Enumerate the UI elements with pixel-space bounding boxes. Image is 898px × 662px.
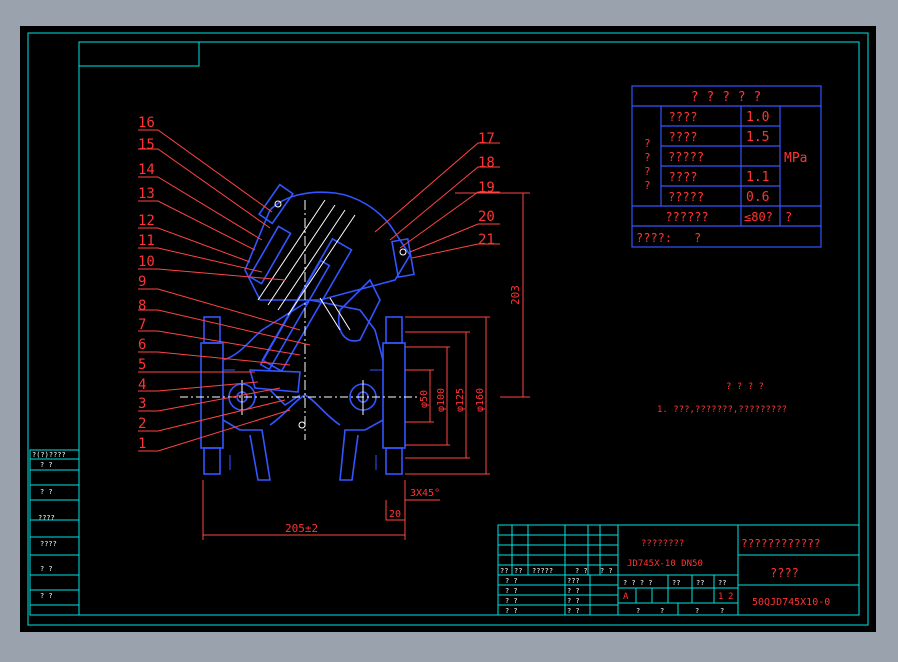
- sign-col: ? ?: [567, 587, 580, 595]
- dim-phi160: φ160: [475, 388, 486, 412]
- rev-header: ? ?: [600, 567, 613, 575]
- spec-name: ????: [669, 110, 698, 124]
- spec-side-label: ?: [644, 165, 651, 178]
- part-number: 5: [138, 357, 146, 373]
- rev-header: ? ?: [575, 567, 588, 575]
- part-number: 10: [138, 254, 155, 270]
- part-number: 16: [138, 115, 155, 131]
- spec-value: 0.6: [746, 190, 769, 205]
- rev-header: ??: [500, 567, 508, 575]
- dim-chamfer: 3X45°: [410, 488, 440, 499]
- scale-value: 2: [728, 592, 733, 602]
- spec-name: ?????: [668, 150, 704, 164]
- left-strip-label: ? ?: [40, 565, 53, 573]
- spec-value: 1.1: [746, 170, 769, 185]
- left-strip-label: ????: [38, 514, 55, 522]
- dim-phi125: φ125: [455, 388, 466, 412]
- part-number: 13: [138, 186, 155, 202]
- spec-medium-value: ?: [694, 231, 701, 245]
- left-strip-label: ? ?: [40, 488, 53, 496]
- part-number: 7: [138, 317, 146, 333]
- part-number: 8: [138, 298, 146, 314]
- left-strip-header: ?(?)????: [32, 451, 66, 459]
- sign-row: ? ?: [505, 607, 518, 615]
- part-number: 21: [478, 232, 495, 248]
- spec-side-label: ?: [644, 151, 651, 164]
- part-number: 3: [138, 396, 146, 412]
- spec-name: ????: [669, 170, 698, 184]
- part-number: 17: [478, 131, 495, 147]
- left-strip-label: ? ?: [40, 592, 53, 600]
- spec-name: ?????: [668, 190, 704, 204]
- rev-header: ??: [514, 567, 522, 575]
- spec-unit: MPa: [784, 151, 807, 166]
- model-number: JD745X-10 DN50: [627, 559, 703, 569]
- spec-title: ? ? ? ? ?: [691, 90, 761, 105]
- part-number: 15: [138, 137, 155, 153]
- dim-height: 203: [509, 285, 522, 305]
- sheet-label: ?: [636, 607, 640, 615]
- dim-phi50: φ50: [419, 390, 430, 408]
- spec-temp-name: ??????: [665, 210, 708, 224]
- sign-row: ? ?: [505, 587, 518, 595]
- spec-name: ????: [669, 130, 698, 144]
- sign-col: ? ?: [567, 607, 580, 615]
- cad-viewport[interactable]: ?(?)???? ? ? ? ? ???? ???? ? ? ? ? ? ? ?…: [0, 0, 898, 658]
- part-number: 20: [478, 209, 495, 225]
- cad-drawing: ?(?)???? ? ? ? ? ???? ???? ? ? ? ? ? ? ?…: [0, 0, 898, 658]
- scale-header: ??: [718, 579, 726, 587]
- sign-row: ? ?: [505, 597, 518, 605]
- part-number: 11: [138, 233, 155, 249]
- drawing-number: 50QJD745X10-0: [752, 597, 830, 608]
- notes-line: 1. ???,???????,?????????: [657, 405, 787, 415]
- part-number: 18: [478, 155, 495, 171]
- scale-header: ??: [672, 579, 680, 587]
- part-number: 9: [138, 274, 146, 290]
- part-number: 4: [138, 377, 146, 393]
- notes-title: ? ? ? ?: [726, 382, 764, 392]
- part-number: 2: [138, 416, 146, 432]
- part-number: 6: [138, 337, 146, 353]
- company-name: ????????: [641, 539, 684, 549]
- drawing-title: ????????????: [741, 537, 820, 550]
- scale-value: A: [623, 592, 629, 602]
- spec-temp-unit: ?: [785, 210, 792, 224]
- part-name: ????: [770, 566, 799, 580]
- spec-value: 1.5: [746, 130, 769, 145]
- scale-header: ??: [696, 579, 704, 587]
- left-strip-label: ? ?: [40, 461, 53, 469]
- sheet-label: ?: [660, 607, 664, 615]
- spec-side-label: ?: [644, 179, 651, 192]
- sign-row: ? ?: [505, 577, 518, 585]
- dim-flange: 20: [389, 509, 401, 520]
- sign-col: ? ?: [567, 597, 580, 605]
- spec-temp-value: ≤80?: [744, 210, 773, 224]
- spec-medium: ????:: [636, 231, 672, 245]
- spec-value: 1.0: [746, 110, 769, 125]
- left-strip-label: ????: [40, 540, 57, 548]
- scale-header: ? ? ? ?: [623, 579, 653, 587]
- sheet-label: ?: [720, 607, 724, 615]
- sheet-label: ?: [695, 607, 699, 615]
- part-number: 12: [138, 213, 155, 229]
- part-number: 14: [138, 162, 155, 178]
- rev-header: ?????: [532, 567, 553, 575]
- dim-phi100: φ100: [436, 388, 447, 412]
- part-number: 19: [478, 180, 495, 196]
- spec-side-label: ?: [644, 137, 651, 150]
- scale-value: 1: [718, 592, 723, 602]
- part-number: 1: [138, 436, 146, 452]
- sign-col: ???: [567, 577, 580, 585]
- dim-length: 205±2: [285, 522, 318, 535]
